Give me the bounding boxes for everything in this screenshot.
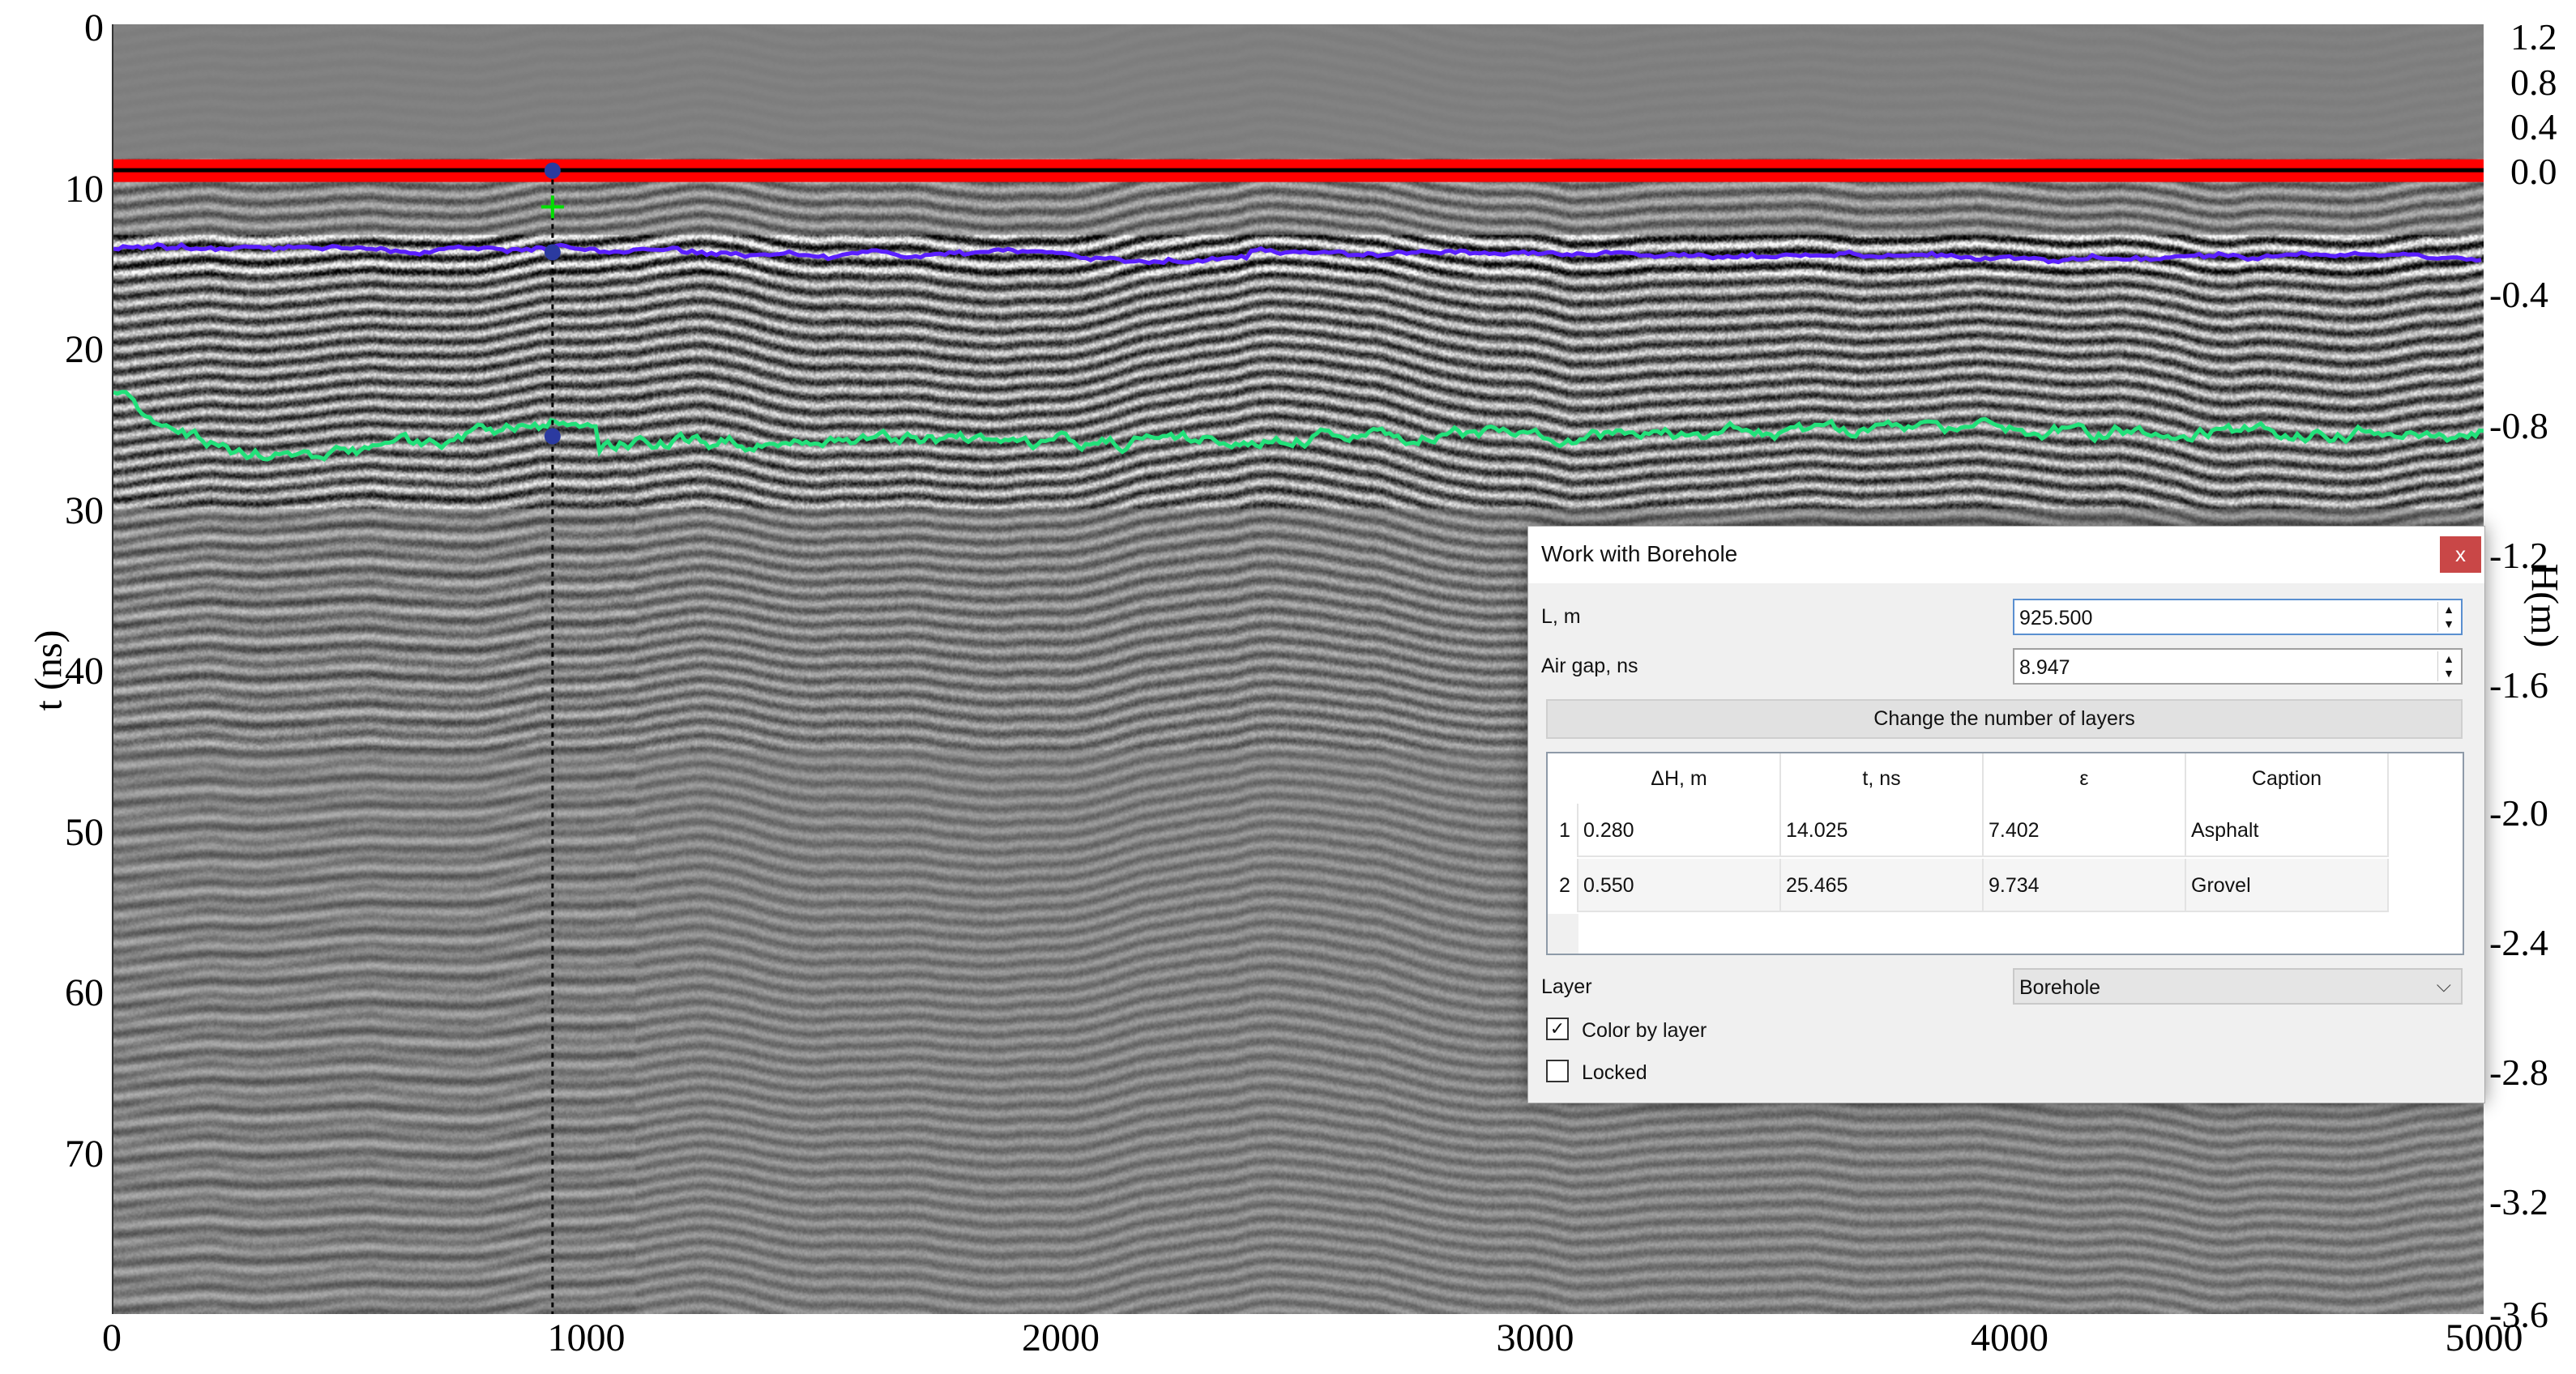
- airgap-value: 8.947: [2019, 656, 2070, 679]
- borehole-point[interactable]: [544, 244, 561, 261]
- left-tick-label: 30: [65, 489, 104, 532]
- airgap-spinner[interactable]: ▲ ▼: [2437, 651, 2459, 681]
- right-tick-label: -1.6: [2489, 664, 2548, 706]
- header-eps[interactable]: ε: [1984, 753, 2186, 804]
- chevron-down-icon: ⌵: [2436, 975, 2451, 996]
- color-by-layer-checkbox[interactable]: ✓: [1546, 1018, 1569, 1040]
- right-tick-label: 1.2: [2510, 16, 2557, 58]
- left-tick-label: 70: [65, 1132, 104, 1176]
- layer-value: Borehole: [2019, 976, 2101, 999]
- airgap-label: Air gap, ns: [1541, 655, 1638, 677]
- right-tick-label: -0.4: [2489, 274, 2548, 315]
- right-tick-label: -2.0: [2489, 792, 2548, 834]
- right-tick-label: -0.8: [2489, 405, 2548, 446]
- header-dh[interactable]: ΔH, m: [1578, 753, 1781, 804]
- locked-checkbox[interactable]: [1546, 1060, 1569, 1082]
- crosshair-icon[interactable]: [540, 195, 564, 219]
- table-cell-dh[interactable]: 0.550: [1578, 859, 1781, 912]
- change-layers-button[interactable]: Change the number of layers: [1546, 699, 2463, 739]
- close-icon: x: [2455, 542, 2466, 566]
- left-tick-label: 20: [65, 328, 104, 371]
- spin-down-icon[interactable]: ▼: [2438, 666, 2459, 681]
- l-spinner[interactable]: ▲ ▼: [2437, 602, 2459, 632]
- work-with-borehole-dialog: Work with Borehole x L, m 925.500 ▲ ▼ Air…: [1527, 526, 2485, 1103]
- air-gap-horizon-center[interactable]: [113, 168, 2484, 173]
- color-by-layer-label[interactable]: Color by layer: [1582, 1019, 1707, 1043]
- left-tick-label: 50: [65, 810, 104, 854]
- l-label: L, m: [1541, 605, 1581, 628]
- bottom-tick-label: 5000: [2445, 1316, 2523, 1359]
- checkmark-icon: ✓: [1549, 1018, 1566, 1039]
- table-cell-t[interactable]: 25.465: [1781, 859, 1984, 912]
- right-tick-label: -2.8: [2489, 1052, 2548, 1093]
- l-value: 925.500: [2019, 607, 2093, 629]
- dialog-title: Work with Borehole: [1541, 541, 1738, 566]
- header-caption[interactable]: Caption: [2186, 753, 2389, 804]
- dialog-titlebar[interactable]: Work with Borehole x: [1528, 527, 2484, 583]
- bottom-tick-label: 1000: [547, 1316, 626, 1359]
- table-cell-t[interactable]: 14.025: [1781, 804, 1984, 857]
- bottom-tick-label: 3000: [1496, 1316, 1574, 1359]
- gravel-horizon[interactable]: [113, 390, 2484, 462]
- right-tick-label: 0.8: [2510, 62, 2557, 103]
- right-tick-label: -2.4: [2489, 922, 2548, 963]
- right-tick-label: 0.0: [2510, 151, 2557, 192]
- table-cell-dh[interactable]: 0.280: [1578, 804, 1781, 857]
- locked-label[interactable]: Locked: [1582, 1061, 1647, 1085]
- right-axis-label: H(m): [2523, 563, 2566, 648]
- close-button[interactable]: x: [2440, 536, 2481, 573]
- bottom-tick-label: 2000: [1022, 1316, 1100, 1359]
- header-t[interactable]: t, ns: [1781, 753, 1984, 804]
- left-tick-label: 0: [84, 6, 104, 49]
- spin-up-icon[interactable]: ▲: [2438, 651, 2459, 666]
- left-tick-label: 10: [65, 167, 104, 211]
- airgap-input[interactable]: 8.947 ▲ ▼: [2013, 648, 2463, 685]
- bottom-tick-label: 4000: [1971, 1316, 2048, 1359]
- asphalt-horizon[interactable]: [113, 241, 2482, 266]
- layers-table: ΔH, m t, ns ε Caption 1 0.280 14.025 7.4…: [1546, 752, 2464, 955]
- table-cell-eps[interactable]: 7.402: [1984, 804, 2186, 857]
- borehole-point[interactable]: [544, 428, 561, 445]
- table-cell-caption[interactable]: Asphalt: [2186, 804, 2389, 857]
- table-cell-caption[interactable]: Grovel: [2186, 859, 2389, 912]
- layer-label: Layer: [1541, 975, 1592, 998]
- bottom-tick-label: 0: [102, 1316, 122, 1359]
- left-axis-label: t (ns): [27, 629, 70, 711]
- empty-row-header: [1548, 914, 1578, 954]
- spin-up-icon[interactable]: ▲: [2438, 602, 2459, 617]
- row-number[interactable]: 1: [1548, 804, 1578, 857]
- left-tick-label: 60: [65, 971, 104, 1014]
- row-number[interactable]: 2: [1548, 859, 1578, 912]
- borehole-point[interactable]: [544, 162, 561, 179]
- layer-select[interactable]: Borehole ⌵: [2013, 968, 2463, 1005]
- l-input[interactable]: 925.500 ▲ ▼: [2013, 599, 2463, 635]
- spin-down-icon[interactable]: ▼: [2438, 617, 2459, 631]
- right-tick-label: 0.4: [2510, 106, 2557, 147]
- table-cell-eps[interactable]: 9.734: [1984, 859, 2186, 912]
- right-tick-label: -3.2: [2489, 1181, 2548, 1223]
